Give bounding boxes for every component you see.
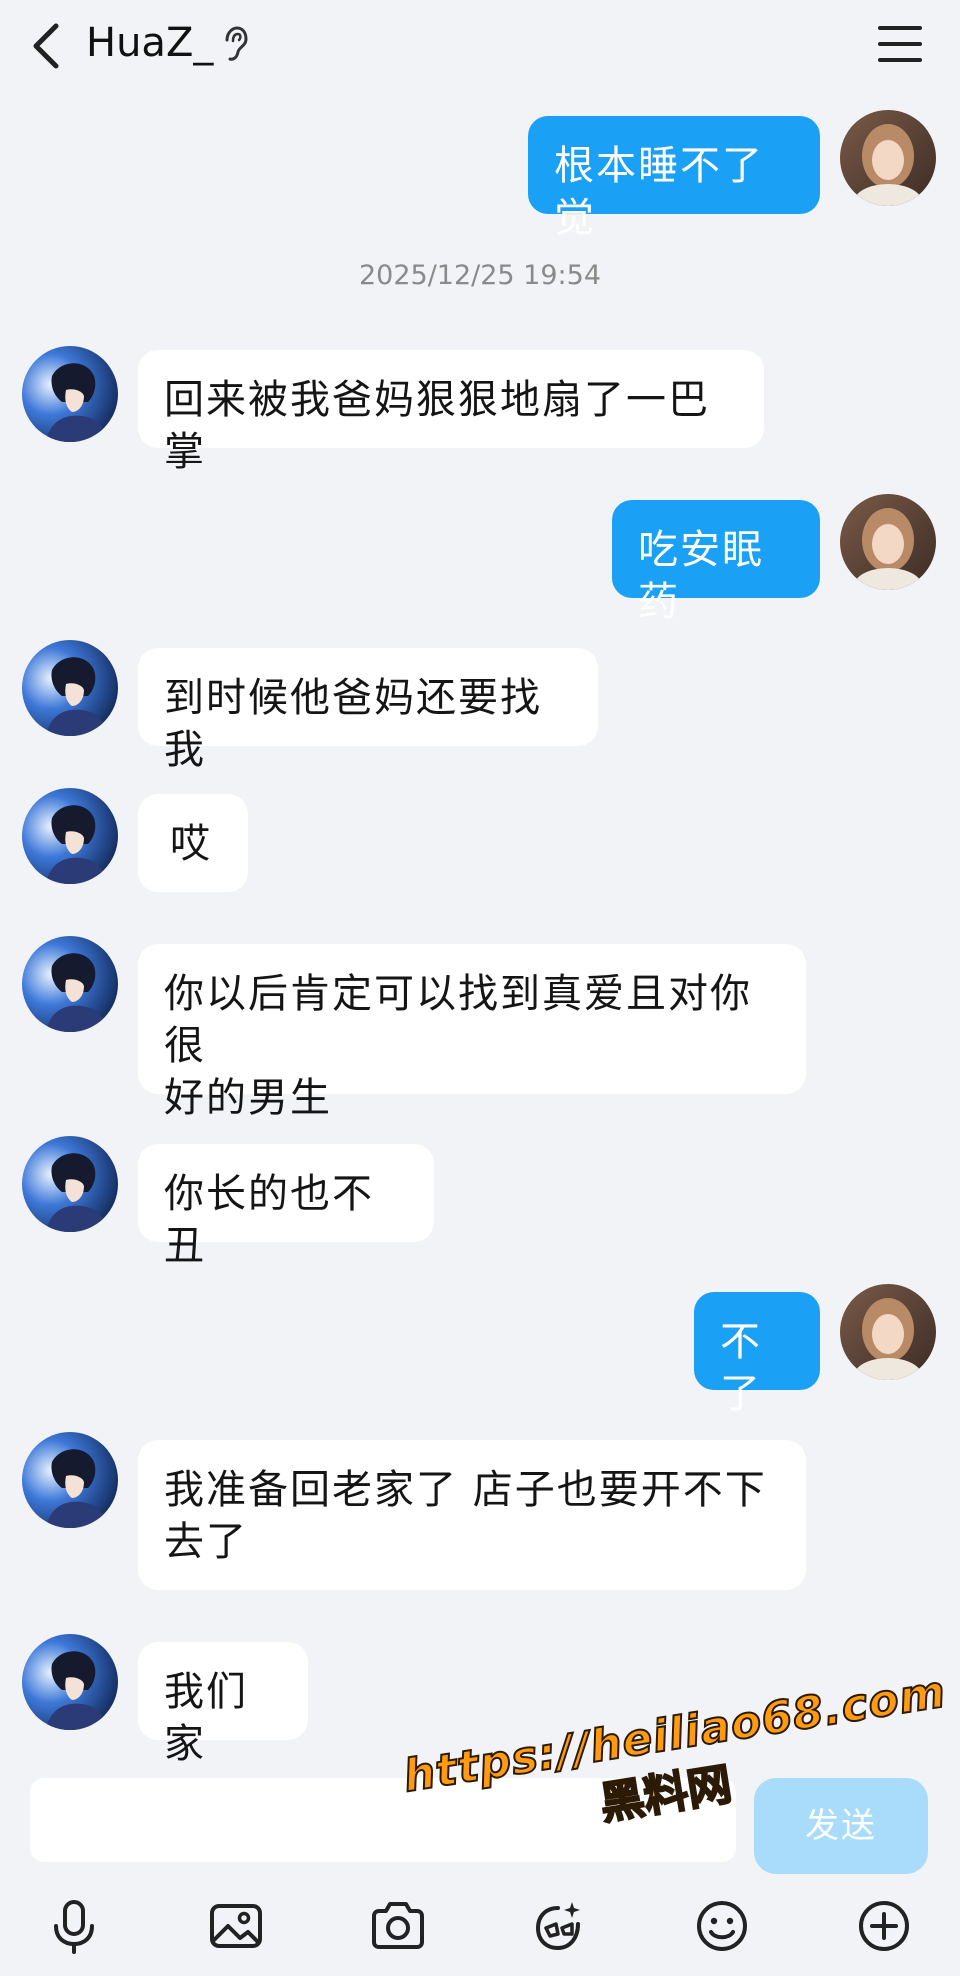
message-bubble-incoming[interactable]: 回来被我爸妈狠狠地扇了一巴掌 [138,350,764,475]
plus-icon[interactable] [852,1894,916,1958]
contact-avatar[interactable] [22,346,118,442]
message-bubble-incoming[interactable]: 哎 [138,794,248,892]
chat-title[interactable]: HuaZ_ [86,16,213,70]
message-bubble-incoming[interactable]: 我们家 [138,1642,308,1767]
message-bubble-incoming[interactable]: 你以后肯定可以找到真爱且对你很 好的男生 [138,944,806,1121]
camera-icon[interactable] [366,1894,430,1958]
emoji-icon[interactable] [690,1894,754,1958]
microphone-icon[interactable] [42,1894,106,1958]
sticker-icon[interactable] [528,1894,592,1958]
message-bubble-incoming[interactable]: 到时候他爸妈还要找我 [138,648,598,773]
self-avatar[interactable] [840,1284,936,1380]
contact-avatar[interactable] [22,1634,118,1730]
message-bubble-outgoing[interactable]: 根本睡不了觉 [528,116,820,241]
self-avatar[interactable] [840,110,936,206]
message-timestamp: 2025/12/25 19:54 [358,260,601,291]
input-bar: 发送 [0,1752,960,1874]
menu-icon[interactable] [876,22,924,66]
input-toolbar [0,1880,960,1976]
back-arrow-icon[interactable] [28,18,68,74]
message-bubble-outgoing[interactable]: 不了 [694,1292,820,1417]
contact-avatar[interactable] [22,1432,118,1528]
send-button[interactable]: 发送 [754,1778,928,1874]
contact-avatar[interactable] [22,1136,118,1232]
message-bubble-incoming[interactable]: 我准备回老家了 店子也要开不下 去了 [138,1440,806,1590]
ear-icon [222,26,248,62]
contact-avatar[interactable] [22,936,118,1032]
chat-header: HuaZ_ [0,0,960,90]
contact-avatar[interactable] [22,788,118,884]
contact-avatar[interactable] [22,640,118,736]
image-icon[interactable] [204,1894,268,1958]
self-avatar[interactable] [840,494,936,590]
message-bubble-outgoing[interactable]: 吃安眠药 [612,500,820,625]
message-input[interactable] [30,1778,736,1862]
message-bubble-incoming[interactable]: 你长的也不丑 [138,1144,434,1269]
